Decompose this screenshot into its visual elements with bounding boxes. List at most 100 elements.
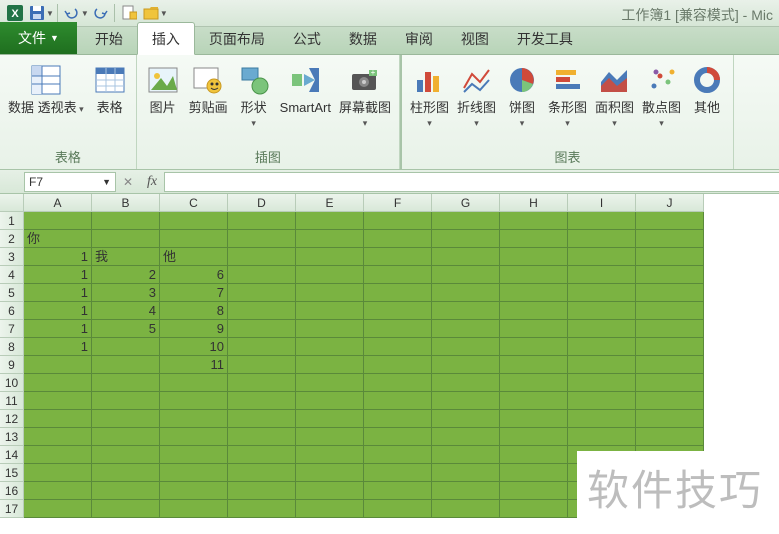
cell[interactable] [228, 482, 296, 500]
cell[interactable] [364, 374, 432, 392]
cell[interactable]: 他 [160, 248, 228, 266]
cell[interactable] [636, 266, 704, 284]
column-header[interactable]: C [160, 194, 228, 212]
cell[interactable] [364, 302, 432, 320]
cell[interactable] [636, 284, 704, 302]
cell[interactable] [568, 284, 636, 302]
cell[interactable] [92, 212, 160, 230]
cell[interactable]: 8 [160, 302, 228, 320]
column-header[interactable]: J [636, 194, 704, 212]
cell[interactable] [568, 338, 636, 356]
screenshot-button[interactable]: + 屏幕截图▾ [335, 61, 395, 132]
cell[interactable] [432, 212, 500, 230]
cell[interactable] [364, 230, 432, 248]
cell[interactable] [636, 212, 704, 230]
cell[interactable] [92, 374, 160, 392]
cell[interactable] [160, 230, 228, 248]
table-button[interactable]: 表格 [88, 61, 132, 117]
cell[interactable] [500, 212, 568, 230]
cell[interactable] [364, 500, 432, 518]
cell[interactable] [92, 446, 160, 464]
cell[interactable] [500, 248, 568, 266]
cell[interactable]: 我 [92, 248, 160, 266]
row-header[interactable]: 12 [0, 410, 24, 428]
cell[interactable] [92, 410, 160, 428]
column-header[interactable]: B [92, 194, 160, 212]
cell[interactable]: 1 [24, 248, 92, 266]
row-header[interactable]: 9 [0, 356, 24, 374]
undo-icon[interactable] [62, 3, 82, 23]
cell[interactable] [568, 356, 636, 374]
bar-chart-button[interactable]: 条形图▾ [544, 61, 591, 132]
cell[interactable] [24, 356, 92, 374]
clipart-button[interactable]: 剪贴画 [185, 61, 232, 117]
cell[interactable] [228, 392, 296, 410]
cell[interactable] [296, 230, 364, 248]
cell[interactable] [636, 302, 704, 320]
cell[interactable] [24, 500, 92, 518]
row-header[interactable]: 2 [0, 230, 24, 248]
cell[interactable] [432, 374, 500, 392]
column-header[interactable]: F [364, 194, 432, 212]
cell[interactable] [636, 374, 704, 392]
cell[interactable] [500, 266, 568, 284]
tab-review[interactable]: 审阅 [391, 23, 447, 54]
cell[interactable] [432, 338, 500, 356]
name-box[interactable]: F7▼ [24, 172, 116, 192]
cell[interactable] [364, 338, 432, 356]
cell[interactable] [364, 446, 432, 464]
cell[interactable] [432, 284, 500, 302]
cell[interactable] [228, 230, 296, 248]
tab-home[interactable]: 开始 [81, 23, 137, 54]
row-header[interactable]: 14 [0, 446, 24, 464]
cell[interactable] [160, 500, 228, 518]
row-header[interactable]: 1 [0, 212, 24, 230]
cell[interactable] [432, 428, 500, 446]
cell[interactable] [568, 374, 636, 392]
cell[interactable]: 7 [160, 284, 228, 302]
cell[interactable] [364, 410, 432, 428]
cell[interactable] [568, 302, 636, 320]
row-header[interactable]: 10 [0, 374, 24, 392]
cell[interactable] [92, 392, 160, 410]
cell[interactable] [160, 446, 228, 464]
cell[interactable] [92, 428, 160, 446]
cell[interactable] [228, 356, 296, 374]
smartart-button[interactable]: SmartArt [276, 61, 335, 117]
open-doc-icon[interactable] [141, 3, 161, 23]
pivot-table-button[interactable]: 数据 透视表 ▾ [4, 61, 88, 118]
column-header[interactable]: G [432, 194, 500, 212]
tab-pagelayout[interactable]: 页面布局 [195, 23, 279, 54]
cell[interactable] [228, 410, 296, 428]
tab-insert[interactable]: 插入 [137, 22, 195, 55]
cell[interactable] [296, 392, 364, 410]
cell[interactable]: 4 [92, 302, 160, 320]
cell[interactable] [364, 212, 432, 230]
cell[interactable] [228, 338, 296, 356]
cell[interactable] [364, 284, 432, 302]
cell[interactable] [92, 464, 160, 482]
cell[interactable] [296, 446, 364, 464]
cell[interactable] [568, 266, 636, 284]
cell[interactable]: 1 [24, 302, 92, 320]
cell[interactable] [24, 410, 92, 428]
cell[interactable] [296, 320, 364, 338]
row-header[interactable]: 15 [0, 464, 24, 482]
cell[interactable] [500, 446, 568, 464]
cell[interactable] [500, 356, 568, 374]
cell[interactable] [296, 374, 364, 392]
tab-data[interactable]: 数据 [335, 23, 391, 54]
cell[interactable] [364, 482, 432, 500]
cell[interactable] [432, 230, 500, 248]
cell[interactable] [432, 248, 500, 266]
cell[interactable] [160, 464, 228, 482]
column-chart-button[interactable]: 柱形图▾ [406, 61, 453, 132]
pie-chart-button[interactable]: 饼图▾ [500, 61, 544, 132]
cell[interactable] [568, 392, 636, 410]
cell[interactable] [296, 464, 364, 482]
cell[interactable] [432, 482, 500, 500]
excel-app-icon[interactable]: X [5, 3, 25, 23]
undo-dropdown-icon[interactable]: ▼ [81, 9, 89, 18]
cell[interactable] [92, 230, 160, 248]
cell[interactable] [500, 284, 568, 302]
